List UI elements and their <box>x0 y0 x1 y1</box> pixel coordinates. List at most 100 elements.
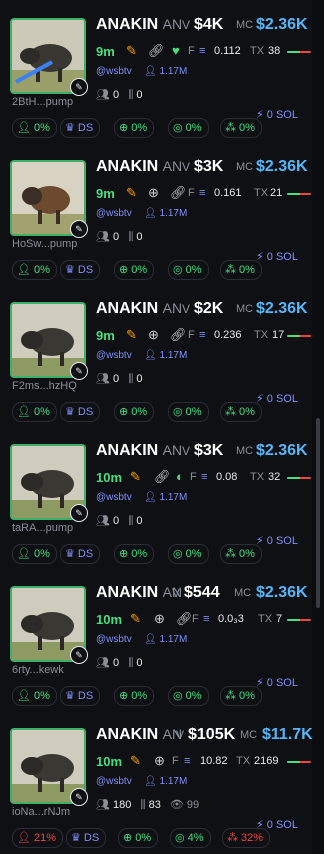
top10-holders-stat[interactable]: 👤︎ 21% <box>12 828 63 848</box>
twitter-handle[interactable]: @wsbtv <box>96 208 132 219</box>
insiders-stat[interactable]: ◎ 0% <box>168 544 209 564</box>
feather-icon[interactable]: ✎ <box>126 44 137 58</box>
link-icon[interactable]: 🔗︎ <box>176 612 193 626</box>
twitter-handle[interactable]: @wsbtv <box>96 634 132 645</box>
twitter-handle[interactable]: @wsbtv <box>96 66 132 77</box>
globe-icon[interactable]: ⊕ <box>148 186 159 200</box>
ghost-icon: ◎ <box>175 832 185 844</box>
bundles-stat[interactable]: ⁂ 0% <box>220 544 262 564</box>
token-address[interactable]: 6rty...kewk <box>12 664 64 676</box>
token-card[interactable]: ✎ 2BtH...pump ANAKIN AN V $4K MC $2.36K … <box>0 0 312 143</box>
token-card[interactable]: ✎ taRA...pump ANAKIN AN V $3K MC $2.36K … <box>0 426 312 569</box>
link-icon[interactable]: 🔗︎ <box>148 44 165 58</box>
token-card[interactable]: ✎ HoSw...pump ANAKIN AN V $3K MC $2.36K … <box>0 142 312 285</box>
cluster-icon: ⁂ <box>225 690 236 702</box>
bundles-stat[interactable]: ⁂ 0% <box>220 402 262 422</box>
insiders-stat[interactable]: ◎ 0% <box>168 686 209 706</box>
snipers-stat[interactable]: ⊕ 0% <box>114 402 155 422</box>
bundles-stat[interactable]: ⁂ 0% <box>220 686 262 706</box>
link-icon[interactable]: 🔗︎ <box>170 186 187 200</box>
snipers-stat[interactable]: ⊕ 0% <box>118 828 159 848</box>
token-address[interactable]: taRA...pump <box>12 522 73 534</box>
dev-sold-stat[interactable]: ♛ DS <box>60 686 101 706</box>
pro-traders-icon: ⫼ <box>128 231 134 243</box>
token-address[interactable]: HoSw...pump <box>12 238 77 250</box>
cluster-icon: ⁂ <box>225 548 236 560</box>
tx-label: TX <box>254 329 269 341</box>
twitter-handle[interactable]: @wsbtv <box>96 492 132 503</box>
token-address[interactable]: 2BtH...pump <box>12 96 73 108</box>
globe-icon[interactable]: ⊕ <box>154 754 165 768</box>
quick-buy-button[interactable]: ⚡︎ 0 SOL <box>256 392 298 405</box>
twitter-handle[interactable]: @wsbtv <box>96 350 132 361</box>
insiders-stat[interactable]: ◎ 4% <box>170 828 211 848</box>
fees-stack-icon: ≡ <box>199 187 206 199</box>
cluster-icon: ⁂ <box>225 406 236 418</box>
pump-badge-icon: ✎ <box>70 362 88 380</box>
link-icon[interactable]: 🔗︎ <box>154 470 171 484</box>
dev-sold-stat[interactable]: ♛ DS <box>60 544 101 564</box>
snipers-stat[interactable]: ⊕ 0% <box>114 544 155 564</box>
chef-hat-icon: ♛ <box>65 548 75 560</box>
dev-sold-stat[interactable]: ♛ DS <box>60 260 101 280</box>
quick-buy-button[interactable]: ⚡︎ 0 SOL <box>256 534 298 547</box>
feather-icon[interactable]: ✎ <box>126 186 137 200</box>
insiders-stat[interactable]: ◎ 0% <box>168 260 209 280</box>
market-cap-label: MC <box>236 445 254 457</box>
insiders-stat[interactable]: ◎ 0% <box>168 402 209 422</box>
feather-icon[interactable]: ✎ <box>130 754 141 768</box>
user-icon: 👤︎ <box>144 634 157 645</box>
volume-label: V <box>182 444 191 458</box>
feather-icon[interactable]: ✎ <box>130 470 141 484</box>
user-star-icon: 👤︎ <box>17 690 31 702</box>
dev-sold-stat[interactable]: ♛ DS <box>60 402 101 422</box>
top10-holders-stat[interactable]: 👤︎ 0% <box>12 544 57 564</box>
heart-icon[interactable]: ♥ <box>172 44 180 58</box>
feather-icon[interactable]: ✎ <box>130 612 141 626</box>
ghost-icon: ◎ <box>173 548 183 560</box>
chef-hat-icon: ♛ <box>65 264 75 276</box>
ghost-icon: ◎ <box>173 406 183 418</box>
user-icon: 👤︎ <box>144 492 157 503</box>
top10-holders-stat[interactable]: 👤︎ 0% <box>12 402 57 422</box>
user-star-icon: 👤︎ <box>17 264 31 276</box>
snipers-stat[interactable]: ⊕ 0% <box>114 118 155 138</box>
dev-sold-stat[interactable]: ♛ DS <box>66 828 107 848</box>
cluster-icon: ⁂ <box>227 832 238 844</box>
twitter-handle[interactable]: @wsbtv <box>96 776 132 787</box>
tx-label: TX <box>250 471 265 483</box>
pump-badge-icon: ✎ <box>70 220 88 238</box>
bundles-stat[interactable]: ⁂ 0% <box>220 118 262 138</box>
half-circle-icon[interactable]: ◐ <box>176 470 184 484</box>
globe-icon[interactable]: ⊕ <box>154 612 165 626</box>
link-icon[interactable]: 🔗︎ <box>170 328 187 342</box>
cluster-icon: ⁂ <box>225 264 236 276</box>
pro-traders-icon: ⫼ <box>128 373 134 385</box>
token-name: ANAKIN AN <box>96 300 183 317</box>
top10-holders-stat[interactable]: 👤︎ 0% <box>12 118 57 138</box>
snipers-stat[interactable]: ⊕ 0% <box>114 260 155 280</box>
top10-holders-stat[interactable]: 👤︎ 0% <box>12 686 57 706</box>
quick-buy-button[interactable]: ⚡︎ 0 SOL <box>256 676 298 689</box>
dev-sold-stat[interactable]: ♛ DS <box>60 118 101 138</box>
quick-buy-button[interactable]: ⚡︎ 0 SOL <box>256 250 298 263</box>
snipers-stat[interactable]: ⊕ 0% <box>114 686 155 706</box>
insiders-stat[interactable]: ◎ 0% <box>168 118 209 138</box>
token-card[interactable]: ✎ F2ms...hzHQ ANAKIN AN V $2K MC $2.36K … <box>0 284 312 427</box>
token-address[interactable]: ioNa...rNJm <box>12 806 70 818</box>
token-card[interactable]: ✎ ioNa...rNJm ANAKIN AN V $105K MC $11.7… <box>0 710 313 854</box>
token-address[interactable]: F2ms...hzHQ <box>12 380 77 392</box>
fees-label: F <box>192 613 199 625</box>
feather-icon[interactable]: ✎ <box>126 328 137 342</box>
scrollbar[interactable] <box>316 418 320 608</box>
globe-icon[interactable]: ⊕ <box>148 328 159 342</box>
buy-sell-ratio-bar <box>287 619 311 621</box>
user-star-icon: 👤︎ <box>17 832 31 844</box>
quick-buy-button[interactable]: ⚡︎ 0 SOL <box>256 108 298 121</box>
token-card[interactable]: ✎ 6rty...kewk ANAKIN AN V $544 MC $2.36K… <box>0 568 312 711</box>
volume-value: $105K <box>188 726 236 743</box>
bundles-stat[interactable]: ⁂ 0% <box>220 260 262 280</box>
market-cap-value: $2.36K <box>256 16 308 33</box>
bundles-stat[interactable]: ⁂ 32% <box>222 828 271 848</box>
top10-holders-stat[interactable]: 👤︎ 0% <box>12 260 57 280</box>
